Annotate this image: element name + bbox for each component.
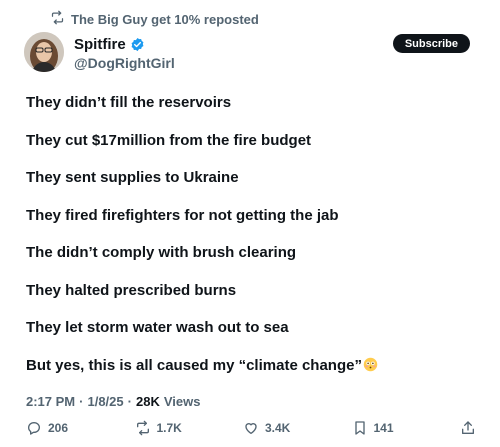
post-date[interactable]: 1/8/25 [87,394,123,409]
repost-icon [50,10,65,28]
post-line: They didn’t fill the reservoirs [26,94,232,111]
post-author[interactable]: Spitfire @DogRightGirl [74,36,175,71]
post-body: They didn’t fill the reservoirs They cut… [26,94,480,394]
bookmark-count: 141 [373,421,394,435]
repost-count: 1.7K [156,421,182,435]
share-button[interactable] [460,420,476,436]
share-icon [460,420,476,436]
bookmark-icon [352,420,368,436]
subscribe-button[interactable]: Subscribe [392,34,470,53]
heart-icon [243,420,259,436]
views-label: Views [163,394,201,409]
like-count: 3.4K [265,421,291,435]
reply-count: 206 [48,421,69,435]
verified-badge-icon [130,37,145,52]
author-handle[interactable]: @DogRightGirl [74,55,175,71]
post-time[interactable]: 2:17 PM [26,394,75,409]
post-line: The didn’t comply with brush clearing [26,244,297,261]
repost-banner[interactable]: The Big Guy get 10% reposted [50,10,259,28]
flushed-face-emoji-icon [363,357,378,372]
post-line: They halted prescribed burns [26,281,237,299]
post-line: They sent supplies to Ukraine [26,169,239,186]
repost-icon [135,420,151,436]
post-line: They let storm water wash out to sea [26,319,289,336]
display-name[interactable]: Spitfire [74,36,126,53]
post-line: They cut $17million from the fire budget [26,131,312,149]
reply-button[interactable]: 206 [26,420,96,436]
views-count: 28K [135,394,160,409]
post-line-text: But yes, this is all caused my “climate … [26,356,362,374]
post-line: They fired firefighters for not getting … [26,206,339,224]
repost-banner-text: The Big Guy get 10% reposted [71,11,259,27]
meta-separator: · [79,394,84,409]
post-meta: 2:17 PM · 1/8/25 · 28K Views [26,394,200,409]
meta-separator: · [127,394,132,409]
like-button[interactable]: 3.4K [243,420,313,436]
avatar[interactable] [24,32,64,72]
reply-icon [26,420,42,436]
repost-button[interactable]: 1.7K [135,420,205,436]
bookmark-button[interactable]: 141 [352,420,422,436]
post-line-last: But yes, this is all caused my “climate … [26,357,480,395]
action-bar: 206 1.7K 3.4K 141 [26,420,476,436]
